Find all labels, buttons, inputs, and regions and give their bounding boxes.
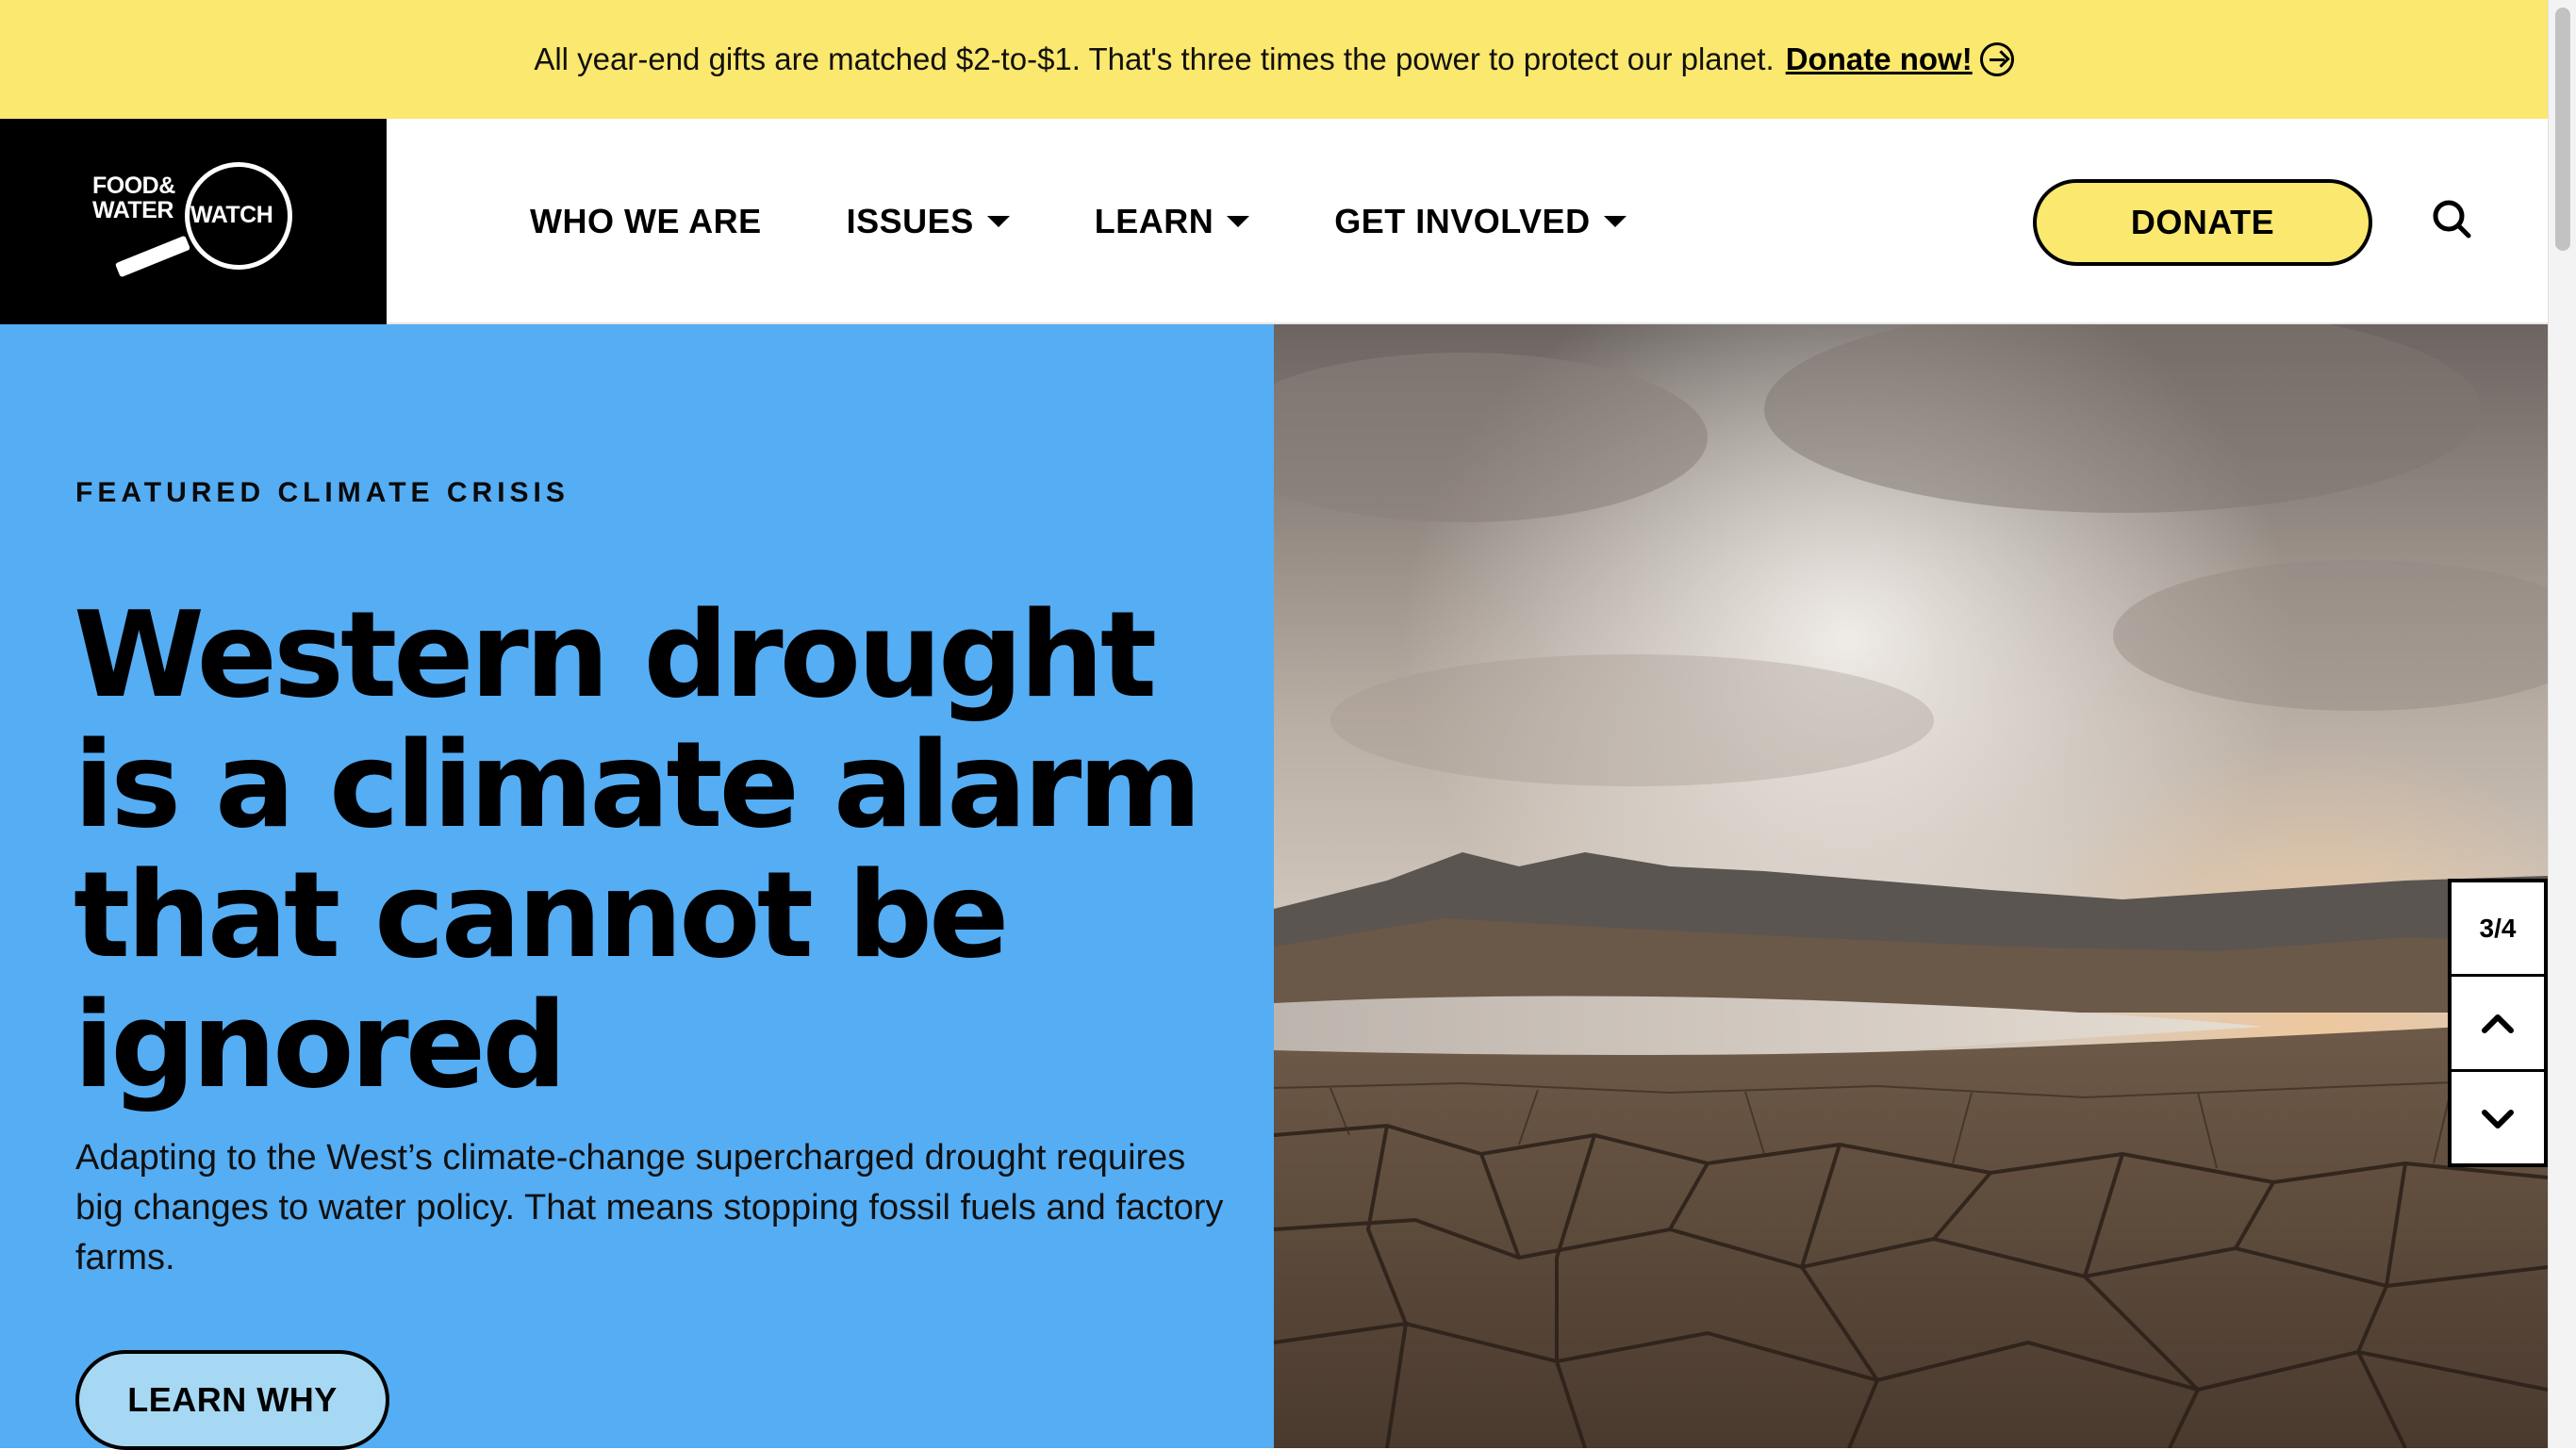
nav-item-get-involved[interactable]: GET INVOLVED (1334, 202, 1627, 241)
scrollbar-thumb[interactable] (2555, 8, 2570, 251)
logo-line-watch: WATCH (190, 202, 273, 228)
nav-label: WHO WE ARE (530, 202, 762, 240)
chevron-down-icon (2482, 1109, 2514, 1129)
logo-wordmark: FOOD& WATER (92, 173, 175, 222)
caret-down-icon (1227, 216, 1250, 227)
magnifier-handle-icon (114, 235, 191, 278)
nav-item-issues[interactable]: ISSUES (847, 202, 1010, 241)
hero-headline[interactable]: Western drought is a climate alarm that … (74, 590, 1243, 1111)
logo-line-food: FOOD& (92, 173, 175, 199)
donate-now-link[interactable]: Donate now! (1786, 41, 1973, 77)
slider-controls: 3/4 (2448, 879, 2548, 1167)
logo-line-water: WATER (92, 197, 173, 223)
site-header: FOOD& WATER WATCH WHO WE ARE ISSUES LEAR… (0, 119, 2548, 324)
nav-label: GET INVOLVED (1334, 202, 1591, 240)
donate-button[interactable]: DONATE (2033, 179, 2372, 266)
slide-counter: 3/4 (2452, 882, 2544, 977)
hero-image-drought-landscape (1274, 324, 2548, 1448)
previous-slide-button[interactable] (2452, 977, 2544, 1072)
nav-label: ISSUES (846, 202, 974, 240)
site-logo[interactable]: FOOD& WATER WATCH (0, 119, 387, 324)
drought-landscape-illustration (1274, 324, 2548, 1448)
hero-summary: Adapting to the West’s climate-change su… (75, 1138, 1224, 1277)
nav-item-who-we-are[interactable]: WHO WE ARE (530, 202, 762, 241)
chevron-up-icon (2482, 1014, 2514, 1033)
main-nav: WHO WE ARE ISSUES LEARN GET INVOLVED (530, 119, 1711, 324)
caret-down-icon (986, 216, 1010, 227)
nav-label: LEARN (1094, 202, 1214, 240)
arrow-right-circle-icon[interactable] (1979, 42, 2014, 76)
nav-item-learn[interactable]: LEARN (1095, 202, 1250, 241)
page-scrollbar[interactable] (2548, 0, 2576, 1448)
hero-text-panel: FEATURED CLIMATE CRISIS Western drought … (0, 324, 1274, 1450)
announcement-banner: All year-end gifts are matched $2-to-$1.… (0, 0, 2548, 119)
search-icon[interactable] (2431, 198, 2472, 239)
caret-down-icon (1603, 216, 1627, 227)
banner-message: All year-end gifts are matched $2-to-$1.… (534, 41, 1775, 76)
learn-why-button[interactable]: LEARN WHY (75, 1350, 389, 1450)
next-slide-button[interactable] (2452, 1072, 2544, 1167)
hero-eyebrow: FEATURED CLIMATE CRISIS (75, 477, 570, 508)
